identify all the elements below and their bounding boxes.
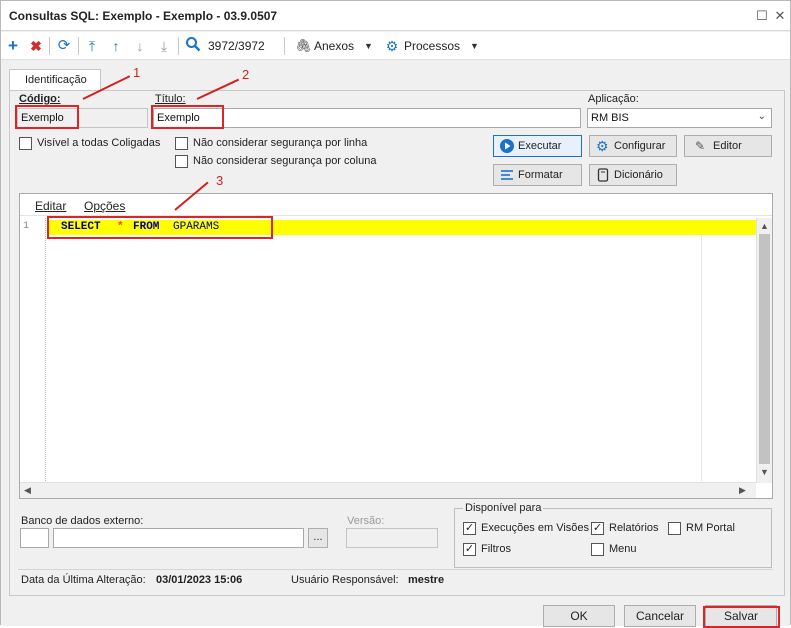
filtros-checkbox[interactable]: ✓ — [463, 543, 476, 556]
visivel-coligadas-label: Visível a todas Coligadas — [37, 137, 161, 149]
pencil-icon: ✎ — [695, 139, 706, 153]
vertical-scrollbar[interactable]: ▲ ▼ — [756, 218, 772, 483]
record-counter: 3972/3972 — [208, 39, 265, 53]
executar-button[interactable]: Executar — [493, 135, 582, 157]
banco-name-field[interactable] — [53, 528, 304, 548]
toolbar-separator — [49, 37, 50, 55]
editor-button[interactable]: ✎ Editor — [684, 135, 772, 157]
codigo-label: Código: — [19, 93, 61, 105]
book-icon — [596, 168, 610, 182]
right-margin-guide — [701, 236, 702, 481]
banco-code-field[interactable] — [20, 528, 49, 548]
gear-icon: ⚙ — [596, 138, 609, 154]
menu-editar[interactable]: Editar — [35, 199, 66, 213]
restore-icon[interactable]: ☐ — [753, 7, 771, 25]
data-alteracao-value: 03/01/2023 15:06 — [156, 574, 243, 586]
menu-checkbox[interactable] — [591, 543, 604, 556]
anexos-menu[interactable]: Anexos — [314, 36, 354, 56]
horizontal-scrollbar[interactable]: ◀ ▶ — [20, 482, 756, 498]
toolbar: + ✖ ⟳ ⤒ ↑ ↓ ⤓ 3972/3972 🖇 Anexos ▼ ⚙ Pro… — [1, 32, 790, 60]
aplicacao-select[interactable]: RM BIS ⌄ — [587, 108, 772, 128]
line-number-gutter: 1 — [20, 218, 46, 483]
scroll-left-icon[interactable]: ◀ — [24, 485, 31, 496]
last-record-icon[interactable]: ⤓ — [156, 36, 172, 56]
ok-button[interactable]: OK — [543, 605, 615, 627]
aplicacao-label: Aplicação: — [588, 93, 639, 105]
data-alteracao-label: Data da Última Alteração: — [21, 574, 146, 586]
seg-linha-checkbox[interactable] — [175, 137, 188, 150]
banco-externo-label: Banco de dados externo: — [21, 515, 144, 527]
versao-field — [346, 528, 438, 548]
next-record-icon[interactable]: ↓ — [132, 36, 148, 56]
refresh-icon[interactable]: ⟳ — [55, 36, 73, 56]
versao-label: Versão: — [347, 515, 385, 527]
scroll-thumb[interactable] — [759, 234, 770, 464]
editor-label: Editor — [713, 140, 742, 152]
exec-visoes-label: Execuções em Visões — [481, 522, 590, 534]
delete-icon[interactable]: ✖ — [28, 36, 44, 56]
cancelar-button[interactable]: Cancelar — [624, 605, 696, 627]
annotation-number-3: 3 — [216, 173, 224, 188]
browse-button[interactable]: ... — [308, 528, 328, 548]
format-lines-icon — [500, 168, 514, 182]
disponivel-title: Disponível para — [463, 502, 544, 514]
filtros-label: Filtros — [481, 543, 511, 555]
chevron-down-icon[interactable]: ⌄ — [758, 111, 766, 122]
dicionario-label: Dicionário — [614, 169, 663, 181]
close-icon[interactable]: ✕ — [771, 7, 789, 25]
toolbar-separator — [78, 37, 79, 55]
usuario-responsavel-value: mestre — [408, 574, 445, 586]
window-title: Consultas SQL: Exemplo - Exemplo - 03.9.… — [9, 9, 278, 23]
annotation-number-2: 2 — [242, 67, 250, 82]
scroll-up-icon[interactable]: ▲ — [760, 221, 769, 231]
formatar-label: Formatar — [518, 169, 563, 181]
divider — [18, 569, 773, 570]
processos-menu[interactable]: Processos — [404, 36, 460, 56]
titulo-label: Título: — [155, 93, 186, 105]
formatar-button[interactable]: Formatar — [493, 164, 582, 186]
title-bar: Consultas SQL: Exemplo - Exemplo - 03.9.… — [1, 1, 790, 31]
chevron-down-icon[interactable]: ▼ — [364, 36, 373, 56]
editor-menubar: Editar Opções — [20, 194, 772, 216]
consultas-sql-window: Consultas SQL: Exemplo - Exemplo - 03.9.… — [0, 0, 791, 628]
configurar-button[interactable]: ⚙ Configurar — [589, 135, 677, 157]
previous-record-icon[interactable]: ↑ — [108, 36, 124, 56]
dicionario-button[interactable]: Dicionário — [589, 164, 677, 186]
annotation-number-1: 1 — [133, 65, 141, 80]
search-icon[interactable] — [184, 36, 202, 56]
tab-identificacao[interactable]: Identificação — [9, 69, 101, 91]
exec-visoes-checkbox[interactable]: ✓ — [463, 522, 476, 535]
aplicacao-value: RM BIS — [591, 112, 629, 124]
seg-coluna-checkbox[interactable] — [175, 155, 188, 168]
toolbar-separator — [178, 37, 179, 55]
visivel-coligadas-checkbox[interactable] — [19, 137, 32, 150]
annotation-box-sql — [47, 216, 273, 239]
menu-label: Menu — [609, 543, 637, 555]
annotation-box-titulo — [151, 105, 224, 129]
seg-coluna-label: Não considerar segurança por coluna — [193, 155, 377, 167]
relatorios-label: Relatórios — [609, 522, 659, 534]
first-record-icon[interactable]: ⤒ — [84, 36, 100, 56]
disponivel-groupbox — [454, 508, 772, 568]
configurar-label: Configurar — [614, 140, 666, 152]
scroll-down-icon[interactable]: ▼ — [760, 467, 769, 477]
usuario-responsavel-label: Usuário Responsável: — [291, 574, 399, 586]
line-number: 1 — [23, 221, 30, 232]
rm-portal-label: RM Portal — [686, 522, 735, 534]
annotation-box-codigo — [15, 105, 79, 129]
paperclip-icon[interactable]: 🖇 — [295, 36, 312, 56]
toolbar-separator — [284, 37, 285, 55]
gear-icon[interactable]: ⚙ — [385, 36, 399, 56]
relatorios-checkbox[interactable]: ✓ — [591, 522, 604, 535]
menu-opcoes[interactable]: Opções — [84, 199, 125, 213]
executar-label: Executar — [518, 140, 562, 152]
rm-portal-checkbox[interactable] — [668, 522, 681, 535]
seg-linha-label: Não considerar segurança por linha — [193, 137, 368, 149]
add-icon[interactable]: + — [5, 36, 21, 56]
chevron-down-icon[interactable]: ▼ — [470, 36, 479, 56]
scroll-right-icon[interactable]: ▶ — [739, 485, 746, 496]
play-icon — [500, 139, 514, 153]
